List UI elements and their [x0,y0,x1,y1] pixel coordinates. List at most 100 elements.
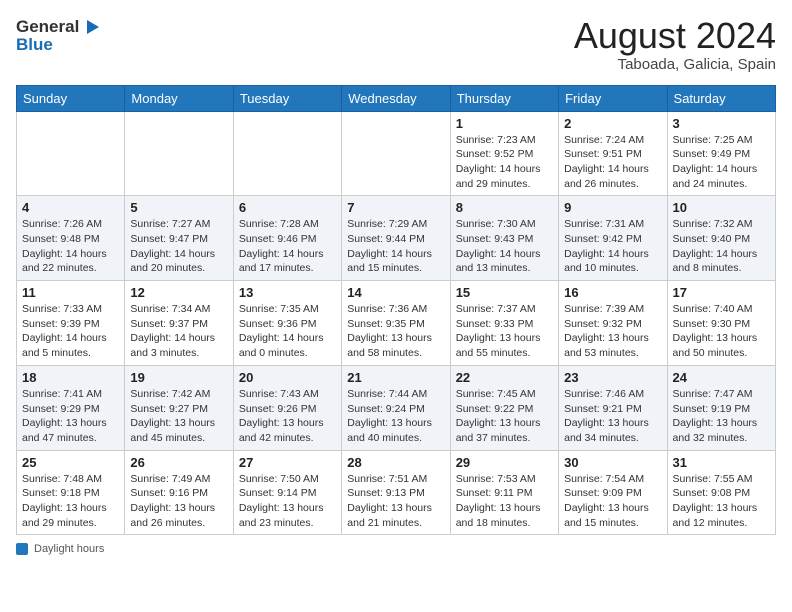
day-number: 2 [564,116,661,131]
day-number: 27 [239,455,336,470]
footer-label: Daylight hours [34,543,104,555]
col-header-sunday: Sunday [17,85,125,111]
day-cell: 15 Sunrise: 7:37 AM Sunset: 9:33 PM Dayli… [450,281,558,366]
header-row: SundayMondayTuesdayWednesdayThursdayFrid… [17,85,776,111]
week-row-2: 4 Sunrise: 7:26 AM Sunset: 9:48 PM Daylig… [17,196,776,281]
day-number: 31 [673,455,770,470]
day-info: Sunrise: 7:32 AM Sunset: 9:40 PM Dayligh… [673,217,770,276]
calendar-table: SundayMondayTuesdayWednesdayThursdayFrid… [16,85,776,536]
col-header-monday: Monday [125,85,233,111]
day-cell: 9 Sunrise: 7:31 AM Sunset: 9:42 PM Daylig… [559,196,667,281]
col-header-saturday: Saturday [667,85,775,111]
day-cell: 19 Sunrise: 7:42 AM Sunset: 9:27 PM Dayli… [125,365,233,450]
day-number: 25 [22,455,119,470]
title-block: August 2024 Taboada, Galicia, Spain [574,16,776,73]
day-info: Sunrise: 7:41 AM Sunset: 9:29 PM Dayligh… [22,387,119,446]
day-info: Sunrise: 7:25 AM Sunset: 9:49 PM Dayligh… [673,133,770,192]
day-info: Sunrise: 7:42 AM Sunset: 9:27 PM Dayligh… [130,387,227,446]
day-cell: 12Sunrise: 7:34 AM Sunset: 9:37 PM Dayli… [125,281,233,366]
calendar-title: August 2024 [574,16,776,56]
day-info: Sunrise: 7:51 AM Sunset: 9:13 PM Dayligh… [347,472,444,531]
week-row-1: 1Sunrise: 7:23 AM Sunset: 9:52 PM Daylig… [17,111,776,196]
day-number: 19 [130,370,227,385]
day-cell: 23Sunrise: 7:46 AM Sunset: 9:21 PM Dayli… [559,365,667,450]
day-number: 22 [456,370,553,385]
day-cell: 16 Sunrise: 7:39 AM Sunset: 9:32 PM Dayli… [559,281,667,366]
day-cell: 20Sunrise: 7:43 AM Sunset: 9:26 PM Dayli… [233,365,341,450]
day-cell: 18 Sunrise: 7:41 AM Sunset: 9:29 PM Dayli… [17,365,125,450]
day-info: Sunrise: 7:55 AM Sunset: 9:08 PM Dayligh… [673,472,770,531]
day-info: Sunrise: 7:24 AM Sunset: 9:51 PM Dayligh… [564,133,661,192]
day-number: 4 [22,200,119,215]
week-row-3: 11Sunrise: 7:33 AM Sunset: 9:39 PM Dayli… [17,281,776,366]
day-cell: 4 Sunrise: 7:26 AM Sunset: 9:48 PM Daylig… [17,196,125,281]
day-info: Sunrise: 7:27 AM Sunset: 9:47 PM Dayligh… [130,217,227,276]
day-info: Sunrise: 7:49 AM Sunset: 9:16 PM Dayligh… [130,472,227,531]
day-cell: 14 Sunrise: 7:36 AM Sunset: 9:35 PM Dayli… [342,281,450,366]
day-cell: 31 Sunrise: 7:55 AM Sunset: 9:08 PM Dayli… [667,450,775,535]
day-info: Sunrise: 7:39 AM Sunset: 9:32 PM Dayligh… [564,302,661,361]
day-cell: 8Sunrise: 7:30 AM Sunset: 9:43 PM Daylig… [450,196,558,281]
day-info: Sunrise: 7:26 AM Sunset: 9:48 PM Dayligh… [22,217,119,276]
day-info: Sunrise: 7:54 AM Sunset: 9:09 PM Dayligh… [564,472,661,531]
calendar-subtitle: Taboada, Galicia, Spain [574,56,776,73]
day-number: 3 [673,116,770,131]
col-header-wednesday: Wednesday [342,85,450,111]
day-number: 21 [347,370,444,385]
day-cell: 24Sunrise: 7:47 AM Sunset: 9:19 PM Dayli… [667,365,775,450]
col-header-tuesday: Tuesday [233,85,341,111]
day-number: 1 [456,116,553,131]
week-row-5: 25Sunrise: 7:48 AM Sunset: 9:18 PM Dayli… [17,450,776,535]
col-header-friday: Friday [559,85,667,111]
day-cell: 7 Sunrise: 7:29 AM Sunset: 9:44 PM Daylig… [342,196,450,281]
day-cell: 10 Sunrise: 7:32 AM Sunset: 9:40 PM Dayli… [667,196,775,281]
day-info: Sunrise: 7:40 AM Sunset: 9:30 PM Dayligh… [673,302,770,361]
day-number: 18 [22,370,119,385]
day-info: Sunrise: 7:53 AM Sunset: 9:11 PM Dayligh… [456,472,553,531]
day-number: 23 [564,370,661,385]
day-number: 9 [564,200,661,215]
day-info: Sunrise: 7:50 AM Sunset: 9:14 PM Dayligh… [239,472,336,531]
day-info: Sunrise: 7:34 AM Sunset: 9:37 PM Dayligh… [130,302,227,361]
day-number: 15 [456,285,553,300]
day-cell: 26Sunrise: 7:49 AM Sunset: 9:16 PM Dayli… [125,450,233,535]
day-cell: 6 Sunrise: 7:28 AM Sunset: 9:46 PM Daylig… [233,196,341,281]
day-cell [17,111,125,196]
logo-arrow-icon [79,16,101,38]
day-info: Sunrise: 7:35 AM Sunset: 9:36 PM Dayligh… [239,302,336,361]
col-header-thursday: Thursday [450,85,558,111]
week-row-4: 18 Sunrise: 7:41 AM Sunset: 9:29 PM Dayli… [17,365,776,450]
day-number: 5 [130,200,227,215]
footer: Daylight hours [16,543,776,555]
day-cell [125,111,233,196]
day-cell: 22Sunrise: 7:45 AM Sunset: 9:22 PM Dayli… [450,365,558,450]
day-number: 7 [347,200,444,215]
day-number: 28 [347,455,444,470]
day-cell [342,111,450,196]
day-info: Sunrise: 7:36 AM Sunset: 9:35 PM Dayligh… [347,302,444,361]
day-cell [233,111,341,196]
day-info: Sunrise: 7:31 AM Sunset: 9:42 PM Dayligh… [564,217,661,276]
day-info: Sunrise: 7:37 AM Sunset: 9:33 PM Dayligh… [456,302,553,361]
day-info: Sunrise: 7:44 AM Sunset: 9:24 PM Dayligh… [347,387,444,446]
day-number: 6 [239,200,336,215]
day-cell: 1Sunrise: 7:23 AM Sunset: 9:52 PM Daylig… [450,111,558,196]
day-number: 24 [673,370,770,385]
day-info: Sunrise: 7:29 AM Sunset: 9:44 PM Dayligh… [347,217,444,276]
day-cell: 29Sunrise: 7:53 AM Sunset: 9:11 PM Dayli… [450,450,558,535]
footer-dot [16,543,28,555]
day-cell: 17Sunrise: 7:40 AM Sunset: 9:30 PM Dayli… [667,281,775,366]
logo-blue: Blue [16,36,53,55]
day-cell: 11Sunrise: 7:33 AM Sunset: 9:39 PM Dayli… [17,281,125,366]
day-info: Sunrise: 7:30 AM Sunset: 9:43 PM Dayligh… [456,217,553,276]
day-number: 14 [347,285,444,300]
page-header: General Blue August 2024 Taboada, Galici… [16,16,776,73]
day-number: 10 [673,200,770,215]
day-number: 30 [564,455,661,470]
day-info: Sunrise: 7:28 AM Sunset: 9:46 PM Dayligh… [239,217,336,276]
day-cell: 27 Sunrise: 7:50 AM Sunset: 9:14 PM Dayli… [233,450,341,535]
day-cell: 13Sunrise: 7:35 AM Sunset: 9:36 PM Dayli… [233,281,341,366]
day-number: 11 [22,285,119,300]
day-cell: 28 Sunrise: 7:51 AM Sunset: 9:13 PM Dayli… [342,450,450,535]
day-number: 16 [564,285,661,300]
